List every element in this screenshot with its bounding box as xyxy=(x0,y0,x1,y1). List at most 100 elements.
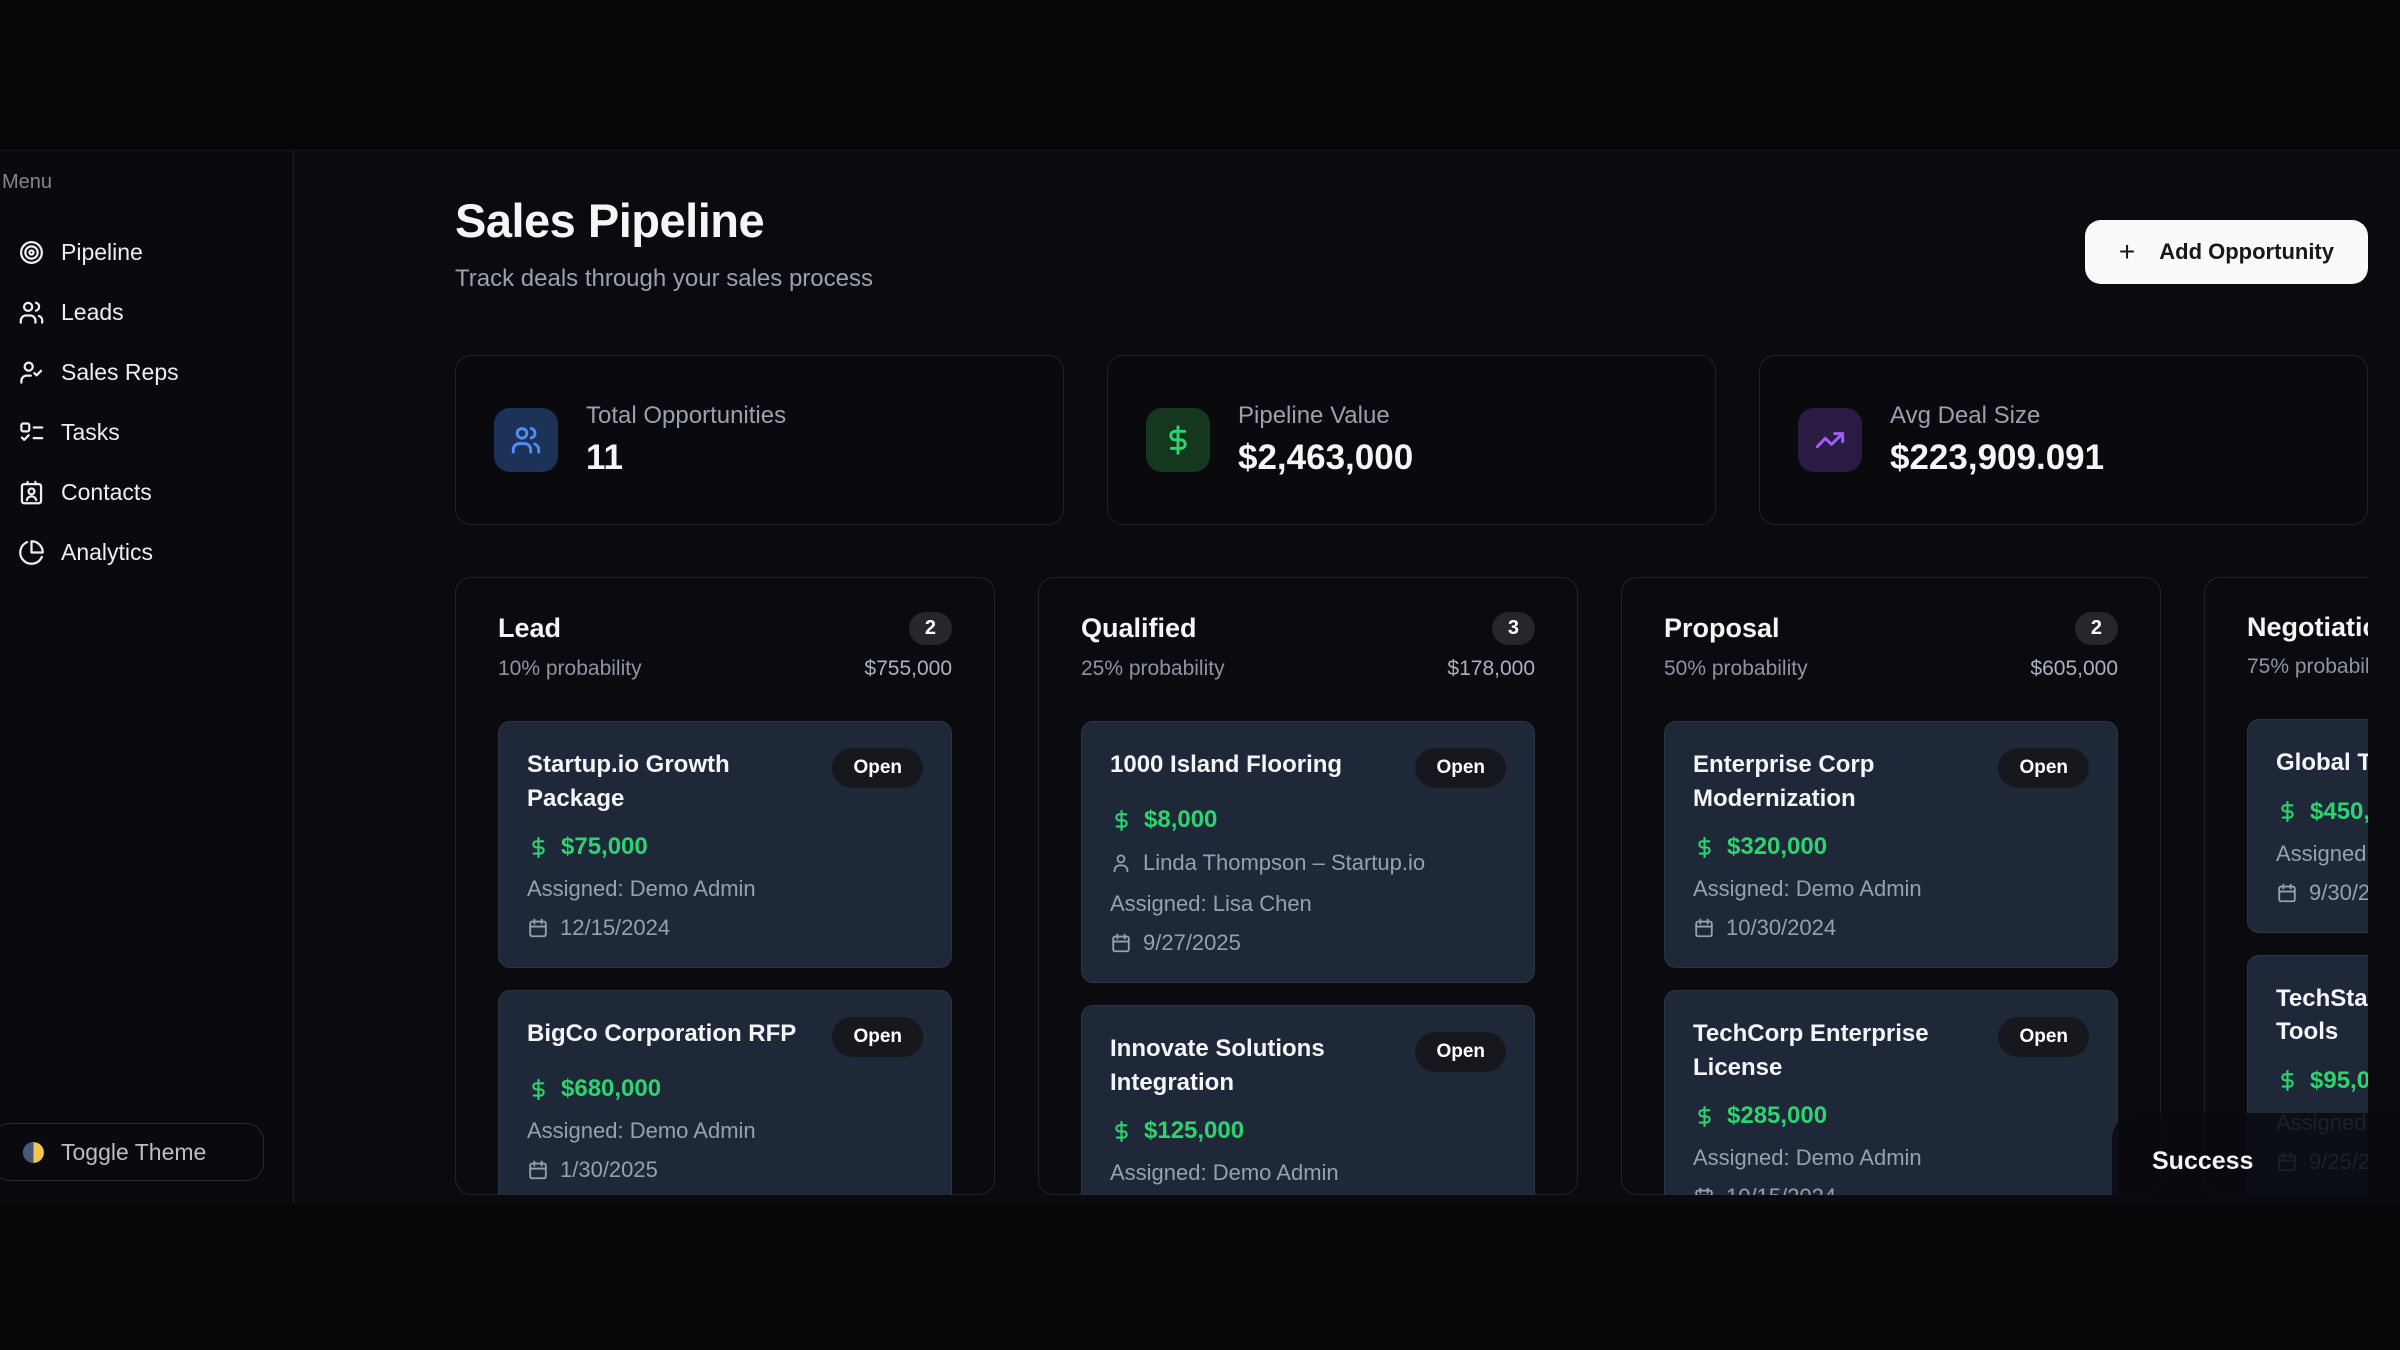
user-icon xyxy=(1110,852,1132,874)
pipeline-board: Lead 2 10% probability $755,000 Startup.… xyxy=(455,577,2368,1195)
users-icon xyxy=(18,299,45,326)
add-opportunity-button[interactable]: + Add Opportunity xyxy=(2085,220,2368,284)
sidebar-item-leads[interactable]: Leads xyxy=(0,282,293,342)
sidebar-item-label: Tasks xyxy=(61,419,120,446)
sidebar-item-label: Sales Reps xyxy=(61,359,179,386)
dollar-icon xyxy=(1110,1120,1133,1143)
deal-amount: $75,000 xyxy=(561,833,648,861)
pipeline-column-lead: Lead 2 10% probability $755,000 Startup.… xyxy=(455,577,995,1195)
list-todo-icon xyxy=(18,419,45,446)
deal-amount: $450,00 xyxy=(2310,798,2368,826)
sidebar-item-sales-reps[interactable]: Sales Reps xyxy=(0,342,293,402)
status-badge: Open xyxy=(1998,748,2089,788)
column-title: Negotiation xyxy=(2247,612,2368,643)
target-icon xyxy=(18,239,45,266)
sidebar-item-contacts[interactable]: Contacts xyxy=(0,462,293,522)
deal-title: Startup.io Growth Package xyxy=(527,748,818,815)
status-badge: Open xyxy=(832,1017,923,1057)
sidebar-item-label: Pipeline xyxy=(61,239,143,266)
page-subtitle: Track deals through your sales process xyxy=(455,265,873,293)
sidebar-item-label: Contacts xyxy=(61,479,152,506)
dollar-icon xyxy=(527,836,550,859)
deal-amount: $125,000 xyxy=(1144,1117,1244,1145)
stats-row: Total Opportunities 11 Pipeline Value $2… xyxy=(455,355,2368,525)
deal-amount: $680,000 xyxy=(561,1075,661,1103)
column-count-badge: 2 xyxy=(909,612,952,645)
status-badge: Open xyxy=(832,748,923,788)
deal-contact: Linda Thompson – Startup.io xyxy=(1143,850,1425,876)
deal-amount: $285,000 xyxy=(1727,1102,1827,1130)
column-total: $178,000 xyxy=(1447,657,1535,681)
status-badge: Open xyxy=(1998,1017,2089,1057)
pie-chart-icon xyxy=(18,539,45,566)
app-window: Menu Pipeline Leads Sales Reps Tasks Con… xyxy=(0,150,2400,1203)
dollar-icon xyxy=(1146,408,1210,472)
user-check-icon xyxy=(18,359,45,386)
calendar-icon xyxy=(527,1159,549,1181)
stat-value: $2,463,000 xyxy=(1238,438,1413,478)
dollar-icon xyxy=(1693,1105,1716,1128)
page-title: Sales Pipeline xyxy=(455,193,873,248)
deal-card[interactable]: Global Te $450,00 Assigned: D 9/30/20 xyxy=(2247,719,2368,933)
deal-card[interactable]: Innovate Solutions Integration Open $125… xyxy=(1081,1005,1535,1195)
dollar-icon xyxy=(2276,1069,2299,1092)
deal-date: 1/30/2025 xyxy=(560,1157,658,1183)
deal-title: TechCorp Enterprise License xyxy=(1693,1017,1984,1084)
toast-title: Success xyxy=(2152,1147,2253,1175)
column-probability: 10% probability xyxy=(498,657,642,681)
sidebar-menu-label: Menu xyxy=(2,171,293,194)
column-count-badge: 2 xyxy=(2075,612,2118,645)
add-opportunity-label: Add Opportunity xyxy=(2159,239,2334,265)
deal-card[interactable]: 1000 Island Flooring Open $8,000 Linda T… xyxy=(1081,721,1535,983)
toggle-theme-label: Toggle Theme xyxy=(61,1139,206,1166)
deal-date: 9/30/20 xyxy=(2309,880,2368,906)
deal-title: Enterprise Corp Modernization xyxy=(1693,748,1984,815)
toggle-theme-button[interactable]: Toggle Theme xyxy=(0,1123,264,1181)
deal-card[interactable]: BigCo Corporation RFP Open $680,000 Assi… xyxy=(498,990,952,1195)
deal-assigned: Assigned: Demo Admin xyxy=(527,1118,923,1144)
sidebar-item-label: Leads xyxy=(61,299,124,326)
calendar-icon xyxy=(1693,1186,1715,1195)
status-badge: Open xyxy=(1415,1032,1506,1072)
stat-card-total-opportunities: Total Opportunities 11 xyxy=(455,355,1064,525)
deal-assigned: Assigned: Demo Admin xyxy=(1110,1160,1506,1186)
dollar-icon xyxy=(527,1078,550,1101)
deal-amount: $320,000 xyxy=(1727,833,1827,861)
pipeline-column-qualified: Qualified 3 25% probability $178,000 100… xyxy=(1038,577,1578,1195)
pipeline-column-proposal: Proposal 2 50% probability $605,000 Ente… xyxy=(1621,577,2161,1195)
deal-card[interactable]: Startup.io Growth Package Open $75,000 A… xyxy=(498,721,952,968)
deal-date: 9/27/2025 xyxy=(1143,930,1241,956)
sidebar-item-analytics[interactable]: Analytics xyxy=(0,522,293,582)
column-title: Qualified xyxy=(1081,613,1197,644)
stat-value: 11 xyxy=(586,438,786,478)
moon-icon xyxy=(21,1140,46,1165)
success-toast: Success xyxy=(2112,1113,2400,1203)
sidebar-item-tasks[interactable]: Tasks xyxy=(0,402,293,462)
deal-card[interactable]: Enterprise Corp Modernization Open $320,… xyxy=(1664,721,2118,968)
column-title: Proposal xyxy=(1664,613,1780,644)
deal-date: 10/15/2024 xyxy=(1726,1184,1836,1195)
dollar-icon xyxy=(1693,836,1716,859)
deal-title: Innovate Solutions Integration xyxy=(1110,1032,1401,1099)
deal-title: 1000 Island Flooring xyxy=(1110,748,1342,782)
deal-title-line2: Tools xyxy=(2276,1015,2368,1049)
dollar-icon xyxy=(2276,800,2299,823)
deal-assigned: Assigned: Demo Admin xyxy=(527,876,923,902)
main-content: Sales Pipeline Track deals through your … xyxy=(295,151,2400,1203)
column-probability: 25% probability xyxy=(1081,657,1225,681)
page-header: Sales Pipeline Track deals through your … xyxy=(455,193,2368,293)
deal-amount: $95,000 xyxy=(2310,1067,2368,1095)
deal-card[interactable]: TechCorp Enterprise License Open $285,00… xyxy=(1664,990,2118,1195)
trending-up-icon xyxy=(1798,408,1862,472)
sidebar-item-pipeline[interactable]: Pipeline xyxy=(0,222,293,282)
deal-title: BigCo Corporation RFP xyxy=(527,1017,796,1051)
dollar-icon xyxy=(1110,809,1133,832)
sidebar-item-label: Analytics xyxy=(61,539,153,566)
column-count-badge: 3 xyxy=(1492,612,1535,645)
status-badge: Open xyxy=(1415,748,1506,788)
deal-assigned: Assigned: Lisa Chen xyxy=(1110,891,1506,917)
users-icon xyxy=(494,408,558,472)
column-probability: 75% probability xyxy=(2247,655,2368,679)
deal-assigned: Assigned: Demo Admin xyxy=(1693,876,2089,902)
stat-label: Avg Deal Size xyxy=(1890,402,2104,430)
